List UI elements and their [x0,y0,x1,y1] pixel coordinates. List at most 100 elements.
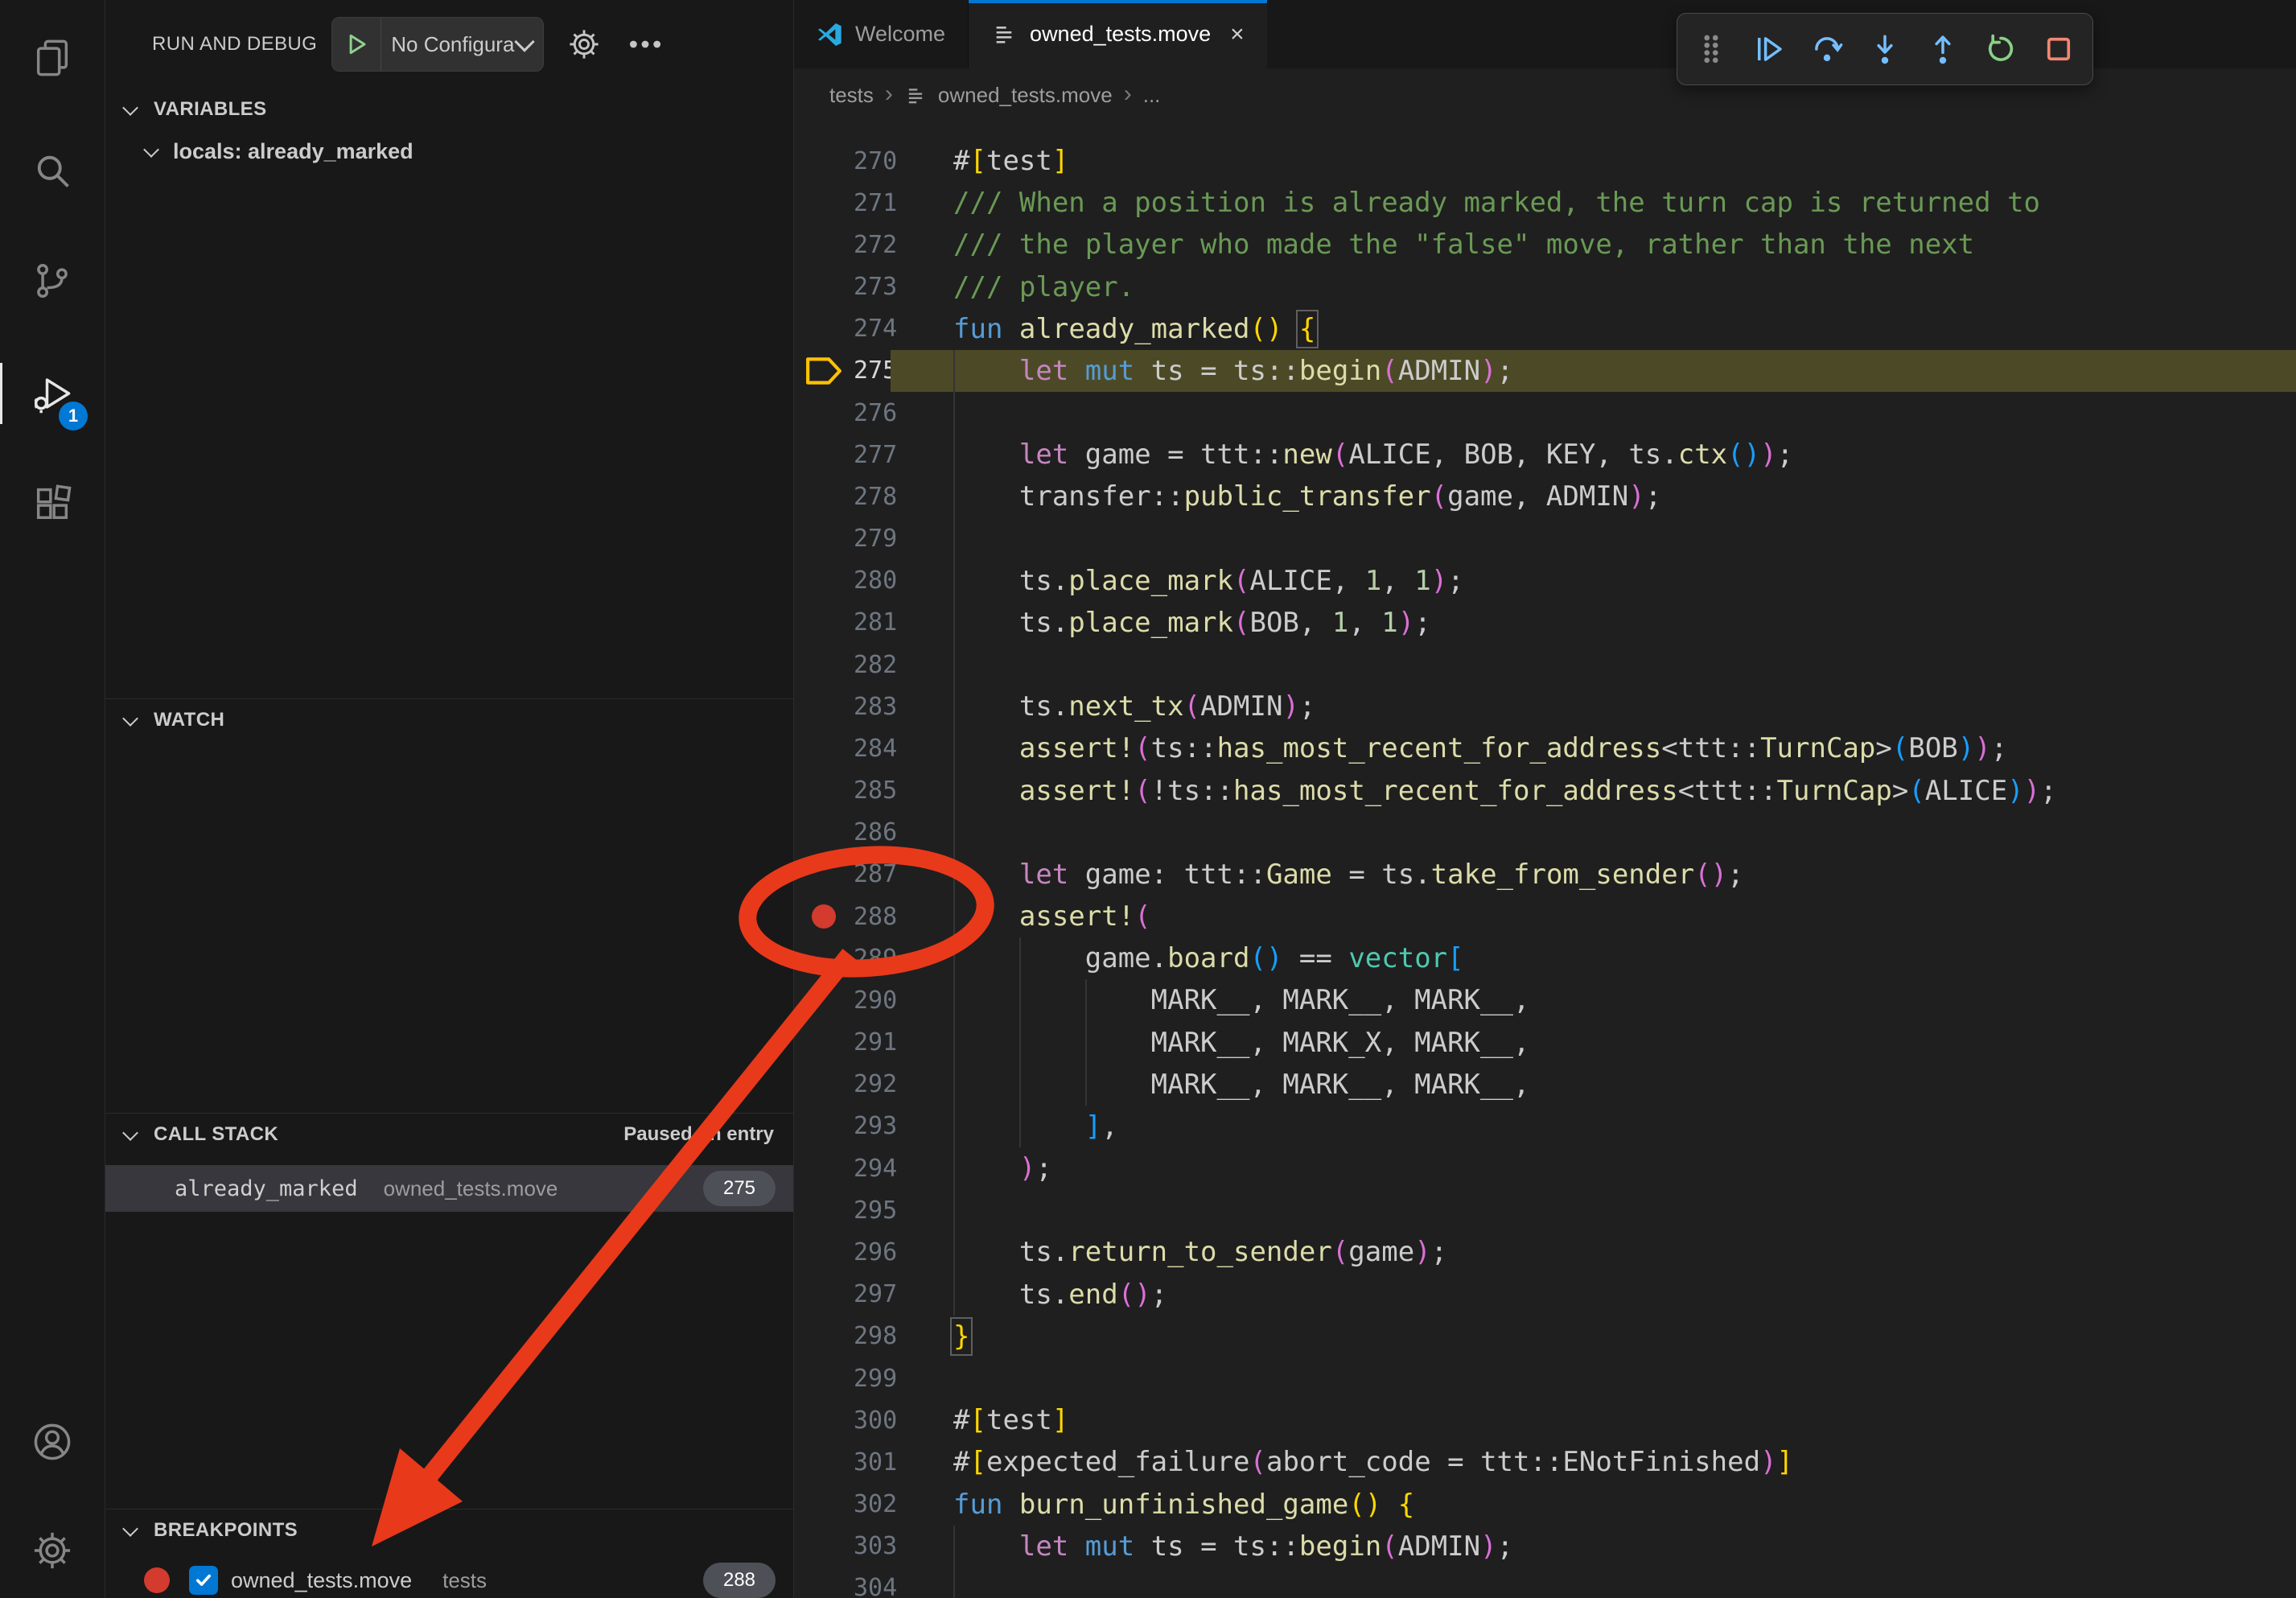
line-number: 283 [854,693,891,721]
line-number: 299 [854,1365,891,1393]
launch-config-dropdown[interactable]: No Configura [331,17,544,72]
gutter-glyph-margin[interactable] [794,434,854,476]
gutter-glyph-margin[interactable] [794,1567,854,1598]
tab-welcome[interactable]: Welcome [794,0,969,68]
run-debug-icon[interactable]: 1 [14,355,91,432]
code-line-293: 293 ], [794,1106,2296,1147]
more-actions-icon[interactable] [624,23,666,65]
gutter-glyph-margin[interactable] [794,560,854,602]
gutter-glyph-margin[interactable] [794,812,854,854]
activity-bar: 1 [0,0,105,1598]
code-text: let game: ttt::Game = ts.take_from_sende… [953,859,1744,891]
gutter-glyph-margin[interactable] [794,1106,854,1147]
watch-label: WATCH [154,709,224,731]
gutter-glyph-margin[interactable] [794,854,854,896]
sidebar-header: RUN AND DEBUG No Configura [105,0,793,89]
start-debug-icon[interactable] [332,18,381,71]
chevron-down-icon [515,31,535,51]
gutter-glyph-margin[interactable] [794,308,854,350]
gutter-glyph-margin[interactable] [794,602,854,644]
gutter-glyph-margin[interactable] [794,350,854,392]
step-out-icon[interactable] [1919,20,1967,78]
gutter-glyph-margin[interactable] [794,1231,854,1273]
gutter-glyph-margin[interactable] [794,770,854,812]
line-number: 270 [854,147,891,175]
debug-badge: 1 [59,402,88,430]
breadcrumb-symbol[interactable]: ... [1143,83,1161,108]
gutter-glyph-margin[interactable] [794,224,854,266]
tab-owned-tests-move[interactable]: owned_tests.move × [969,0,1267,68]
extensions-icon[interactable] [14,466,91,543]
variables-scope-row[interactable]: locals: already_marked [105,130,793,172]
call-stack-header[interactable]: CALL STACK Paused on entry [105,1114,793,1155]
search-icon[interactable] [14,132,91,209]
gutter-glyph-margin[interactable] [794,266,854,308]
code-text: /// the player who made the "false" move… [953,229,1974,261]
code-line-295: 295 [794,1189,2296,1231]
line-number: 286 [854,818,891,846]
step-into-icon[interactable] [1861,20,1909,78]
stop-icon[interactable] [2035,20,2083,78]
gutter-glyph-margin[interactable] [794,1399,854,1441]
breadcrumb-file[interactable]: owned_tests.move [938,83,1113,108]
gutter-glyph-margin[interactable] [794,1147,854,1189]
gutter-glyph-margin[interactable] [794,476,854,517]
frame-file: owned_tests.move [384,1176,558,1201]
line-number: 274 [854,315,891,343]
code-text: ts.place_mark(ALICE, 1, 1); [953,565,1464,597]
line-number: 273 [854,273,891,301]
line-number: 296 [854,1238,891,1266]
gutter-glyph-margin[interactable] [794,1483,854,1525]
code-text: fun already_marked() { [953,313,1315,345]
watch-header[interactable]: WATCH [105,699,793,741]
toolbar-drag-handle[interactable] [1687,20,1735,78]
gutter-glyph-margin[interactable] [794,1064,854,1106]
code-text: let mut ts = ts::begin(ADMIN); [953,1530,1513,1563]
account-icon[interactable] [14,1403,91,1481]
gutter-glyph-margin[interactable] [794,1441,854,1483]
gutter-glyph-margin[interactable] [794,182,854,224]
explorer-icon[interactable] [14,19,91,97]
watch-section: WATCH [105,698,793,741]
close-tab-icon[interactable]: × [1230,23,1245,47]
gutter-glyph-margin[interactable] [794,1022,854,1064]
code-line-303: 303 let mut ts = ts::begin(ADMIN); [794,1526,2296,1567]
breadcrumb-folder[interactable]: tests [829,83,874,108]
gutter-glyph-margin[interactable] [794,140,854,182]
gutter-glyph-margin[interactable] [794,392,854,434]
code-text: fun burn_unfinished_game() { [953,1489,1414,1521]
gutter-glyph-margin[interactable] [794,727,854,769]
gutter-glyph-margin[interactable] [794,1274,854,1316]
restart-icon[interactable] [1977,20,2025,78]
gutter-glyph-margin[interactable] [794,686,854,727]
gutter-glyph-margin[interactable] [794,518,854,560]
code-line-281: 281 ts.place_mark(BOB, 1, 1); [794,602,2296,644]
code-line-272: 272/// the player who made the "false" m… [794,224,2296,266]
code-editor[interactable]: 270#[test]271/// When a position is alre… [794,122,2296,1598]
breakpoint-row[interactable]: owned_tests.move tests 288 [105,1559,793,1598]
breakpoint-dot-icon[interactable] [812,904,836,929]
settings-gear-icon[interactable] [14,1512,91,1589]
gutter-glyph-margin[interactable] [794,1316,854,1357]
line-number: 282 [854,651,891,679]
gutter-glyph-margin[interactable] [794,644,854,686]
editor-group: Welcome owned_tests.move × tests › owned… [794,0,2296,1598]
gutter-glyph-margin[interactable] [794,979,854,1021]
continue-icon[interactable] [1745,20,1793,78]
gutter-glyph-margin[interactable] [794,937,854,979]
source-control-icon[interactable] [14,242,91,319]
gutter-glyph-margin[interactable] [794,1357,854,1399]
indent-guide [953,812,955,854]
code-line-284: 284 assert!(ts::has_most_recent_for_addr… [794,727,2296,769]
gutter-glyph-margin[interactable] [794,1526,854,1567]
gutter-glyph-margin[interactable] [794,896,854,937]
code-line-273: 273/// player. [794,266,2296,308]
breakpoint-checkbox[interactable] [189,1566,218,1595]
gutter-glyph-margin[interactable] [794,1189,854,1231]
variables-header[interactable]: VARIABLES [105,89,793,130]
code-line-304: 304 [794,1567,2296,1598]
step-over-icon[interactable] [1803,20,1851,78]
debug-settings-gear-icon[interactable] [563,23,605,65]
stack-frame-row[interactable]: already_marked owned_tests.move 275 [105,1165,793,1212]
breakpoints-header[interactable]: BREAKPOINTS [105,1509,793,1551]
